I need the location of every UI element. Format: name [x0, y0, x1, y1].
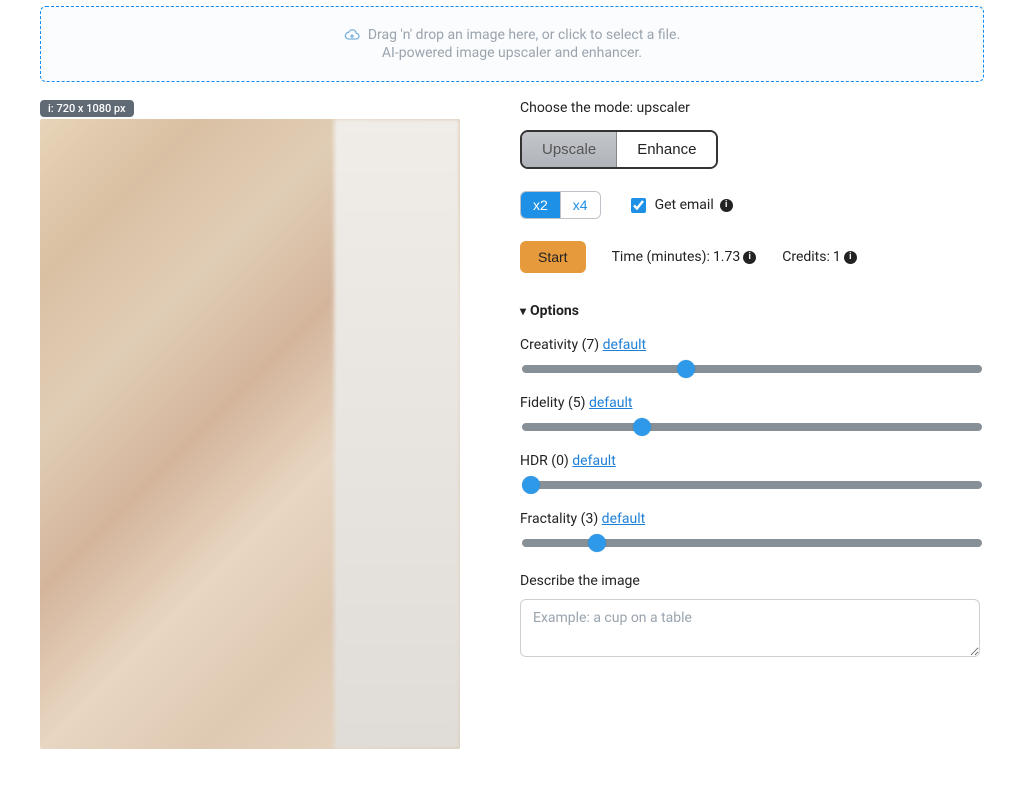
- slider-fidelity: Fidelity (5) default: [520, 395, 980, 435]
- factor-x2-button[interactable]: x2: [521, 192, 560, 218]
- mode-toggle-group: Upscale Enhance: [520, 130, 718, 169]
- fidelity-label: Fidelity (5): [520, 395, 589, 411]
- info-icon[interactable]: i: [743, 251, 756, 264]
- fidelity-slider[interactable]: [522, 423, 982, 431]
- slider-hdr: HDR (0) default: [520, 453, 980, 493]
- credits-stat: Credits: 1 i: [782, 249, 857, 265]
- hdr-slider[interactable]: [522, 481, 982, 489]
- creativity-label: Creativity (7): [520, 337, 603, 353]
- mode-label: Choose the mode: upscaler: [520, 100, 980, 116]
- start-button[interactable]: Start: [520, 241, 586, 273]
- hdr-label: HDR (0): [520, 453, 572, 469]
- slider-creativity: Creativity (7) default: [520, 337, 980, 377]
- options-section: Options Creativity (7) default Fidelity …: [520, 303, 980, 661]
- info-icon[interactable]: i: [844, 251, 857, 264]
- time-stat: Time (minutes): 1.73 i: [612, 249, 757, 265]
- fidelity-default-link[interactable]: default: [589, 395, 633, 411]
- dropzone-text-2: AI-powered image upscaler and enhancer.: [51, 45, 973, 61]
- dropzone-text-1: Drag 'n' drop an image here, or click to…: [368, 27, 680, 43]
- get-email-label: Get email: [655, 197, 714, 213]
- creativity-slider[interactable]: [522, 365, 982, 373]
- describe-label: Describe the image: [520, 573, 980, 589]
- fractality-label: Fractality (3): [520, 511, 602, 527]
- scale-factor-group: x2 x4: [520, 191, 601, 219]
- hdr-default-link[interactable]: default: [572, 453, 616, 469]
- image-preview: [40, 119, 460, 749]
- image-size-badge: i: 720 x 1080 px: [40, 100, 134, 117]
- options-toggle[interactable]: Options: [520, 303, 980, 319]
- mode-enhance-button[interactable]: Enhance: [616, 132, 716, 167]
- creativity-default-link[interactable]: default: [603, 337, 647, 353]
- cloud-upload-icon: [344, 27, 360, 43]
- slider-fractality: Fractality (3) default: [520, 511, 980, 551]
- fractality-default-link[interactable]: default: [602, 511, 646, 527]
- dropzone[interactable]: Drag 'n' drop an image here, or click to…: [40, 6, 984, 82]
- fractality-slider[interactable]: [522, 539, 982, 547]
- describe-textarea[interactable]: [520, 599, 980, 657]
- factor-x4-button[interactable]: x4: [560, 192, 600, 218]
- info-icon[interactable]: i: [720, 199, 733, 212]
- get-email-checkbox[interactable]: [631, 198, 646, 213]
- mode-upscale-button[interactable]: Upscale: [522, 132, 616, 167]
